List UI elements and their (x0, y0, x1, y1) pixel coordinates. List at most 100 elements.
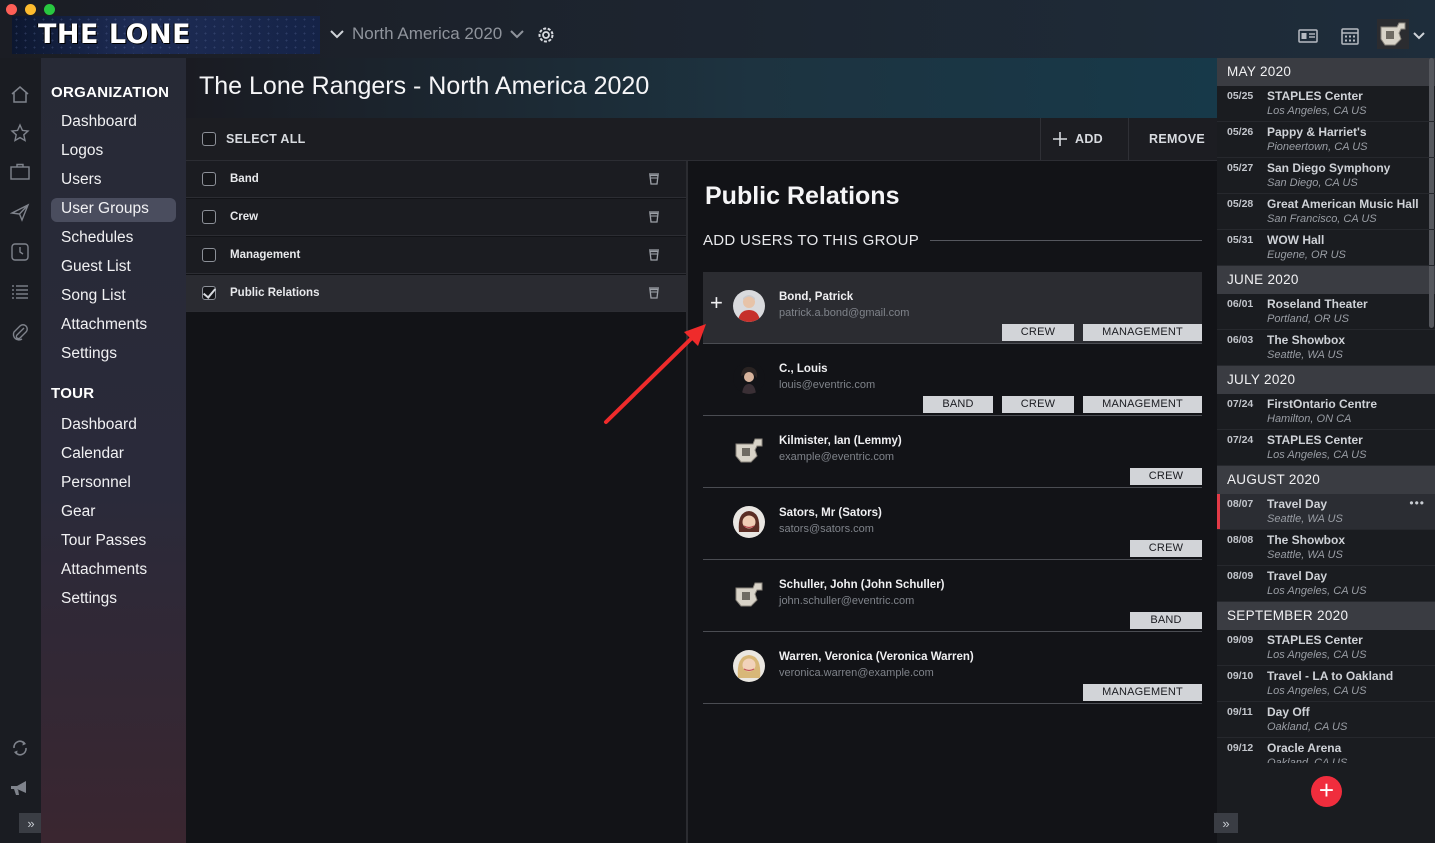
user-name: Kilmister, Ian (Lemmy) (779, 435, 902, 447)
nav-tour-personnel[interactable]: Personnel (51, 472, 176, 496)
event-location: Eugene, OR US (1267, 249, 1346, 261)
event-date: 09/12 (1227, 742, 1254, 754)
chevron-down-icon (330, 26, 344, 42)
nav-tour-gear[interactable]: Gear (51, 501, 176, 525)
group-row-crew[interactable]: Crew (186, 199, 686, 236)
group-name: Crew (230, 211, 259, 223)
schedule-event[interactable]: 09/10 Travel - LA to Oakland Los Angeles, … (1217, 666, 1435, 702)
user-row[interactable]: Schuller, John (John Schuller) john.schu… (703, 560, 1202, 632)
delete-group-trash-icon[interactable] (648, 248, 660, 266)
calendar-icon[interactable] (1329, 20, 1371, 52)
nav-org-song-list[interactable]: Song List (51, 285, 176, 309)
delete-group-trash-icon[interactable] (648, 172, 660, 190)
nav-org-users[interactable]: Users (51, 169, 176, 193)
delete-group-trash-icon[interactable] (648, 210, 660, 228)
event-title: Day Off (1267, 705, 1310, 719)
nav-org-user-groups[interactable]: User Groups (51, 198, 176, 222)
schedule-event[interactable]: 09/09 STAPLES Center Los Angeles, CA US (1217, 630, 1435, 666)
schedule-event[interactable]: 05/27 San Diego Symphony San Diego, CA US (1217, 158, 1435, 194)
schedule-event[interactable]: 05/26 Pappy & Harriet's Pioneertown, CA US (1217, 122, 1435, 158)
add-group-button[interactable]: ADD (1040, 118, 1128, 160)
nav-tour-tour-passes[interactable]: Tour Passes (51, 530, 176, 554)
group-title: Public Relations (705, 182, 900, 210)
nav-org-schedules[interactable]: Schedules (51, 227, 176, 251)
tag-band: BAND (1130, 612, 1202, 629)
schedule-event[interactable]: 07/24 FirstOntario Centre Hamilton, ON CA (1217, 394, 1435, 430)
group-name: Public Relations (230, 287, 320, 299)
home-icon[interactable] (9, 83, 31, 105)
nav-org-attachments[interactable]: Attachments (51, 314, 176, 338)
select-all-control[interactable]: SELECT ALL (202, 132, 306, 146)
event-date: 09/11 (1227, 706, 1253, 718)
more-options-icon[interactable]: ••• (1409, 496, 1425, 510)
event-location: Los Angeles, CA US (1267, 585, 1367, 597)
schedule-event[interactable]: 08/09 Travel Day Los Angeles, CA US (1217, 566, 1435, 602)
paperclip-icon[interactable] (9, 321, 31, 343)
nav-tour-attachments[interactable]: Attachments (51, 559, 176, 583)
month-header: MAY 2020 (1217, 58, 1435, 86)
user-avatar (733, 506, 765, 538)
user-row[interactable]: Warren, Veronica (Veronica Warren) veron… (703, 632, 1202, 704)
schedule-event-selected[interactable]: 08/07 ••• Travel Day Seattle, WA US (1217, 494, 1435, 530)
megaphone-icon[interactable] (9, 777, 31, 799)
id-card-icon[interactable] (1287, 20, 1329, 52)
user-row[interactable]: Sators, Mr (Sators) sators@sators.com CR… (703, 488, 1202, 560)
schedule-event[interactable]: 06/03 The Showbox Seattle, WA US (1217, 330, 1435, 366)
nav-org-logos[interactable]: Logos (51, 140, 176, 164)
select-all-checkbox[interactable] (202, 132, 216, 146)
nav-org-settings[interactable]: Settings (51, 343, 176, 367)
nav-tour-dashboard[interactable]: Dashboard (51, 414, 176, 438)
minimize-window-button[interactable] (25, 4, 36, 15)
schedule-event[interactable]: 08/08 The Showbox Seattle, WA US (1217, 530, 1435, 566)
topbar-right-icons (1287, 18, 1435, 52)
nav-org-dashboard[interactable]: Dashboard (51, 111, 176, 135)
user-row[interactable]: + Bond, Patrick patrick.a.bond@gmail.com… (703, 272, 1202, 344)
nav-tour-calendar[interactable]: Calendar (51, 443, 176, 467)
add-user-plus-icon[interactable]: + (710, 292, 723, 314)
group-checkbox[interactable] (202, 210, 216, 224)
gear-icon[interactable] (536, 25, 556, 50)
group-row-public-relations[interactable]: Public Relations (186, 275, 686, 312)
user-row[interactable]: Kilmister, Ian (Lemmy) example@eventric.… (703, 416, 1202, 488)
user-avatar-menu[interactable] (1371, 18, 1435, 52)
event-location: San Diego, CA US (1267, 177, 1358, 189)
nav-tour-settings[interactable]: Settings (51, 588, 176, 612)
expand-schedule-button[interactable]: » (1214, 813, 1238, 833)
add-event-button[interactable]: + (1311, 776, 1342, 807)
star-icon[interactable] (9, 122, 31, 144)
briefcase-icon[interactable] (9, 161, 31, 183)
tour-chevron-down-icon (510, 24, 524, 44)
user-name: Bond, Patrick (779, 291, 854, 303)
sync-icon[interactable] (9, 737, 31, 759)
schedule-event[interactable]: 05/31 WOW Hall Eugene, OR US (1217, 230, 1435, 266)
zoom-window-button[interactable] (44, 4, 55, 15)
group-checkbox-checked[interactable] (202, 286, 216, 300)
tour-selector[interactable]: North America 2020 (330, 24, 524, 44)
user-row[interactable]: C., Louis louis@eventric.com BAND CREW M… (703, 344, 1202, 416)
group-checkbox[interactable] (202, 172, 216, 186)
schedule-event[interactable]: 06/01 Roseland Theater Portland, OR US (1217, 294, 1435, 330)
event-title: The Showbox (1267, 533, 1345, 547)
event-location: Los Angeles, CA US (1267, 449, 1367, 461)
schedule-event[interactable]: 07/24 STAPLES Center Los Angeles, CA US (1217, 430, 1435, 466)
user-tags: BAND CREW MANAGEMENT (923, 396, 1202, 413)
schedule-event[interactable]: 05/28 Great American Music Hall San Franci… (1217, 194, 1435, 230)
tag-crew: CREW (1130, 468, 1202, 485)
schedule-event[interactable]: 09/11 Day Off Oakland, CA US (1217, 702, 1435, 738)
expand-nav-button[interactable]: » (19, 813, 43, 833)
list-icon[interactable] (9, 281, 31, 303)
group-row-band[interactable]: Band (186, 161, 686, 198)
remove-group-button[interactable]: REMOVE (1128, 118, 1217, 160)
delete-group-trash-icon[interactable] (648, 286, 660, 304)
group-checkbox[interactable] (202, 248, 216, 262)
plane-icon[interactable] (9, 201, 31, 223)
nav-org-guest-list[interactable]: Guest List (51, 256, 176, 280)
event-date: 08/09 (1227, 570, 1254, 582)
schedule-event[interactable]: 05/25 STAPLES Center Los Angeles, CA US (1217, 86, 1435, 122)
group-row-management[interactable]: Management (186, 237, 686, 274)
band-logo[interactable]: THE LONE RANGERS (12, 16, 320, 54)
close-window-button[interactable] (6, 4, 17, 15)
event-title: STAPLES Center (1267, 633, 1363, 647)
clock-icon[interactable] (9, 241, 31, 263)
user-tags: MANAGEMENT (1083, 684, 1202, 701)
